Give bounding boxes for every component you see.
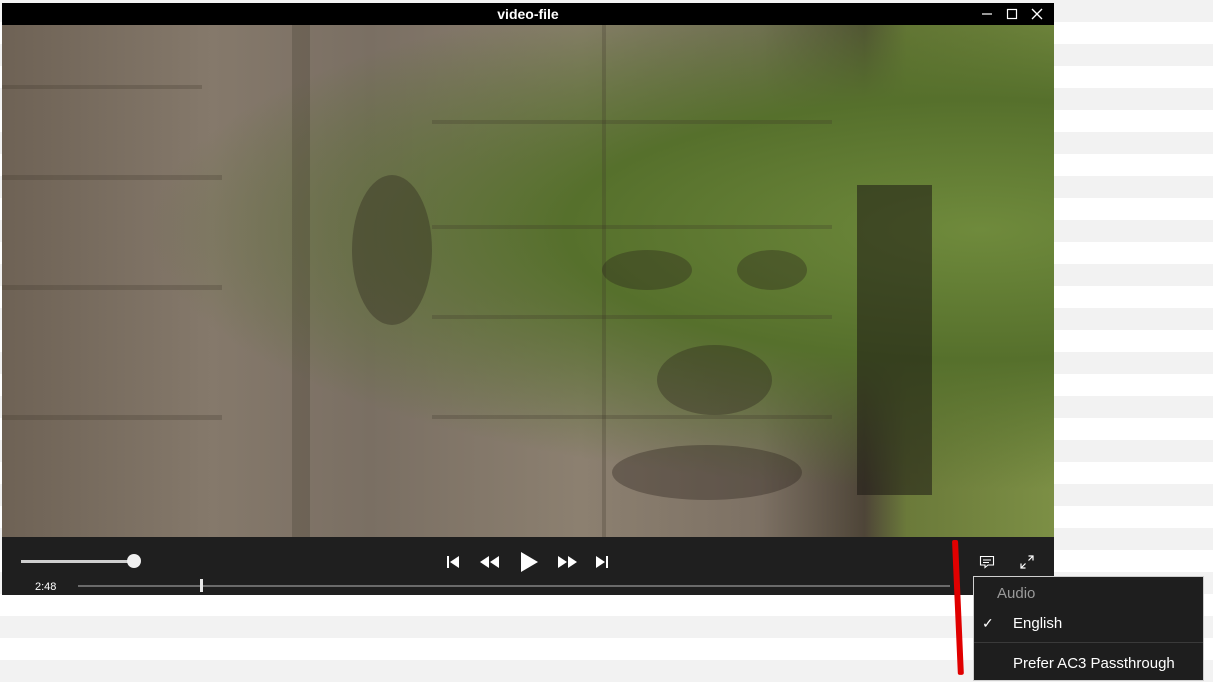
maximize-button[interactable] <box>999 3 1024 25</box>
face-eye <box>602 250 692 290</box>
rewind-icon <box>480 556 499 568</box>
audio-option-label: English <box>1013 615 1063 632</box>
face-eye <box>737 250 807 290</box>
face-ear <box>352 175 432 325</box>
stone-seam <box>432 315 832 319</box>
fullscreen-button[interactable] <box>1016 551 1038 573</box>
volume-thumb[interactable] <box>127 554 141 568</box>
maximize-icon <box>1006 8 1017 20</box>
subtitles-audio-button[interactable] <box>976 551 998 573</box>
face-nose <box>657 345 772 415</box>
stone-seam <box>2 415 222 420</box>
minimize-button[interactable] <box>974 3 999 25</box>
minimize-icon <box>981 13 992 15</box>
close-button[interactable] <box>1024 3 1049 25</box>
seek-bar[interactable] <box>78 585 950 587</box>
stone-seam <box>432 415 832 419</box>
close-icon <box>1031 8 1042 20</box>
menu-divider <box>974 642 1203 643</box>
audio-option-ac3-passthrough[interactable]: Prefer AC3 Passthrough <box>974 649 1203 679</box>
skip-previous-icon <box>447 556 459 568</box>
distant-tower <box>857 185 932 495</box>
skip-next-button[interactable] <box>591 551 613 573</box>
stone-seam <box>2 285 222 290</box>
audio-option-english[interactable]: ✓ English <box>974 609 1203 639</box>
stone-seam <box>432 120 832 124</box>
subtitles-icon <box>979 555 995 569</box>
audio-menu-header: Audio <box>997 585 1036 602</box>
stone-seam <box>432 225 832 229</box>
stone-seam <box>602 25 606 537</box>
fullscreen-icon <box>1020 555 1034 569</box>
title-bar[interactable]: video-file <box>2 3 1054 25</box>
stone-seam <box>2 85 202 89</box>
skip-previous-button[interactable] <box>442 551 464 573</box>
fast-forward-icon <box>558 556 577 568</box>
skip-next-icon <box>596 556 608 568</box>
stone-seam <box>2 175 222 180</box>
check-icon: ✓ <box>982 615 994 631</box>
audio-menu: Audio ✓ English Prefer AC3 Passthrough <box>973 576 1204 681</box>
video-frame[interactable] <box>2 25 1054 537</box>
play-icon <box>521 552 538 572</box>
rewind-button[interactable] <box>477 551 503 573</box>
media-player-window: video-file 2:48 <box>2 3 1054 595</box>
fast-forward-button[interactable] <box>555 551 581 573</box>
window-title: video-file <box>497 6 559 22</box>
carved-column <box>292 25 310 537</box>
seek-thumb[interactable] <box>200 579 203 592</box>
playback-controls: 2:48 <box>2 537 1054 595</box>
face-lips <box>612 445 802 500</box>
current-time: 2:48 <box>35 581 57 593</box>
volume-slider[interactable] <box>21 560 132 563</box>
play-button[interactable] <box>516 548 542 576</box>
audio-option-label: Prefer AC3 Passthrough <box>1013 655 1175 672</box>
